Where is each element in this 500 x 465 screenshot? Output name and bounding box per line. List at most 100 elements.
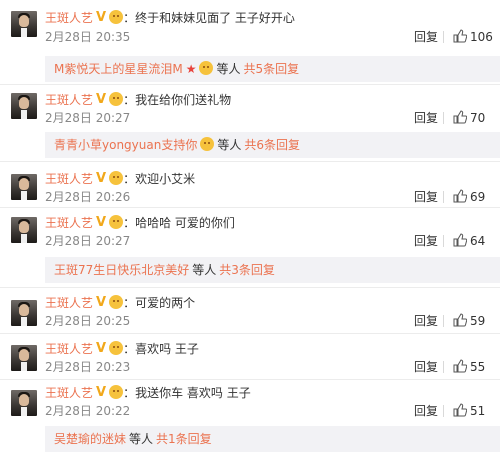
separator (443, 361, 444, 373)
star-icon: ★ (185, 62, 197, 76)
thumbs-up-icon (453, 359, 467, 373)
username-link[interactable]: 王斑人艺 (45, 296, 93, 310)
avatar[interactable] (11, 93, 37, 119)
crown-emoji-icon (109, 295, 124, 309)
separator (443, 31, 444, 43)
separator (443, 112, 444, 124)
colon: ： (123, 386, 136, 400)
reply-button[interactable]: 回复 (414, 403, 438, 419)
sub-reply-user[interactable]: M紫悦天上的星星流泪M (54, 62, 183, 76)
sub-reply-user[interactable]: 吴楚瑜的迷妹 (54, 432, 126, 446)
divider (0, 379, 500, 380)
sub-reply-count-link[interactable]: 共5条回复 (244, 62, 300, 76)
like-count: 69 (470, 190, 486, 204)
sub-reply-user[interactable]: 青青小草yongyuan支持你 (54, 138, 197, 152)
sub-reply-summary[interactable]: 青青小草yongyuan支持你 等人 共6条回复 (45, 132, 500, 158)
reply-button[interactable]: 回复 (414, 233, 438, 249)
sub-reply-etc: 等人 (129, 432, 154, 446)
avatar[interactable] (11, 345, 37, 371)
sub-reply-count-link[interactable]: 共1条回复 (156, 432, 212, 446)
avatar[interactable] (11, 174, 37, 200)
thumbs-up-icon (453, 313, 467, 327)
thumbs-up-icon (453, 189, 467, 203)
separator (443, 191, 444, 203)
like-count: 106 (470, 30, 493, 44)
comment-text: 可爱的两个 (135, 296, 196, 310)
comment-line: 王斑人艺 V ：喜欢吗 王子 (45, 341, 199, 357)
comment-time: 2月28日 20:22 (45, 404, 131, 418)
sub-reply-etc: 等人 (217, 138, 242, 152)
comment-line: 王斑人艺 V ：可爱的两个 (45, 295, 195, 311)
sub-reply-count-link[interactable]: 共6条回复 (244, 138, 300, 152)
divider (0, 287, 500, 288)
reply-button[interactable]: 回复 (414, 313, 438, 329)
avatar[interactable] (11, 300, 37, 326)
separator (443, 235, 444, 247)
comment-line: 王斑人艺 V ：欢迎小艾米 (45, 171, 195, 187)
like-button[interactable]: 106 (453, 29, 493, 45)
verified-v-icon: V (96, 385, 107, 400)
divider (0, 161, 500, 162)
username-link[interactable]: 王斑人艺 (45, 172, 93, 186)
colon: ： (123, 296, 136, 310)
crown-emoji-icon (109, 171, 124, 185)
sub-reply-summary[interactable]: M紫悦天上的星星流泪M ★ 等人 共5条回复 (45, 56, 500, 82)
avatar[interactable] (11, 390, 37, 416)
divider (0, 207, 500, 208)
username-link[interactable]: 王斑人艺 (45, 93, 93, 107)
reply-button[interactable]: 回复 (414, 29, 438, 45)
comment-line: 王斑人艺 V ：终于和妹妹见面了 王子好开心 (45, 10, 295, 26)
username-link[interactable]: 王斑人艺 (45, 386, 93, 400)
like-count: 70 (470, 111, 486, 125)
avatar[interactable] (11, 217, 37, 243)
like-button[interactable]: 51 (453, 403, 485, 419)
colon: ： (123, 11, 136, 25)
sub-reply-count-link[interactable]: 共3条回复 (219, 263, 275, 277)
reply-button[interactable]: 回复 (414, 110, 438, 126)
comment-text: 我送你车 喜欢吗 王子 (135, 386, 251, 400)
like-button[interactable]: 59 (453, 313, 485, 329)
separator (443, 315, 444, 327)
like-count: 55 (470, 360, 486, 374)
username-link[interactable]: 王斑人艺 (45, 342, 93, 356)
comment-line: 王斑人艺 V ：我送你车 喜欢吗 王子 (45, 385, 251, 401)
like-button[interactable]: 69 (453, 189, 485, 205)
verified-v-icon: V (96, 341, 107, 356)
sub-reply-summary[interactable]: 王斑77生日快乐北京美好 等人 共3条回复 (45, 257, 500, 283)
username-link[interactable]: 王斑人艺 (45, 216, 93, 230)
username-link[interactable]: 王斑人艺 (45, 11, 93, 25)
crown-emoji-icon (109, 341, 124, 355)
like-button[interactable]: 55 (453, 359, 485, 375)
verified-v-icon: V (96, 215, 107, 230)
verified-v-icon: V (96, 171, 107, 186)
comment-time: 2月28日 20:27 (45, 234, 131, 248)
truncated-top-text (0, 0, 500, 5)
sub-reply-user[interactable]: 王斑77生日快乐北京美好 (54, 263, 189, 277)
comment-text: 喜欢吗 王子 (135, 342, 199, 356)
crown-emoji-icon (109, 215, 124, 229)
comment-time: 2月28日 20:23 (45, 360, 131, 374)
comment-time: 2月28日 20:35 (45, 30, 131, 44)
divider (0, 84, 500, 85)
colon: ： (123, 172, 136, 186)
sub-reply-summary[interactable]: 吴楚瑜的迷妹 等人 共1条回复 (45, 426, 500, 452)
comment-line: 王斑人艺 V ：我在给你们送礼物 (45, 92, 231, 108)
like-count: 59 (470, 314, 486, 328)
crown-emoji-icon (109, 92, 124, 106)
colon: ： (123, 216, 136, 230)
comment-text: 终于和妹妹见面了 王子好开心 (135, 11, 295, 25)
comment-text: 哈哈哈 可爱的你们 (135, 216, 235, 230)
divider (0, 333, 500, 334)
avatar[interactable] (11, 11, 37, 37)
crown-emoji-icon (199, 61, 214, 75)
thumbs-up-icon (453, 233, 467, 247)
crown-emoji-icon (109, 385, 124, 399)
like-button[interactable]: 64 (453, 233, 485, 249)
like-button[interactable]: 70 (453, 110, 485, 126)
reply-button[interactable]: 回复 (414, 189, 438, 205)
thumbs-up-icon (453, 403, 467, 417)
reply-button[interactable]: 回复 (414, 359, 438, 375)
crown-emoji-icon (200, 137, 215, 151)
comment-line: 王斑人艺 V ：哈哈哈 可爱的你们 (45, 215, 235, 231)
comment-text: 欢迎小艾米 (135, 172, 196, 186)
